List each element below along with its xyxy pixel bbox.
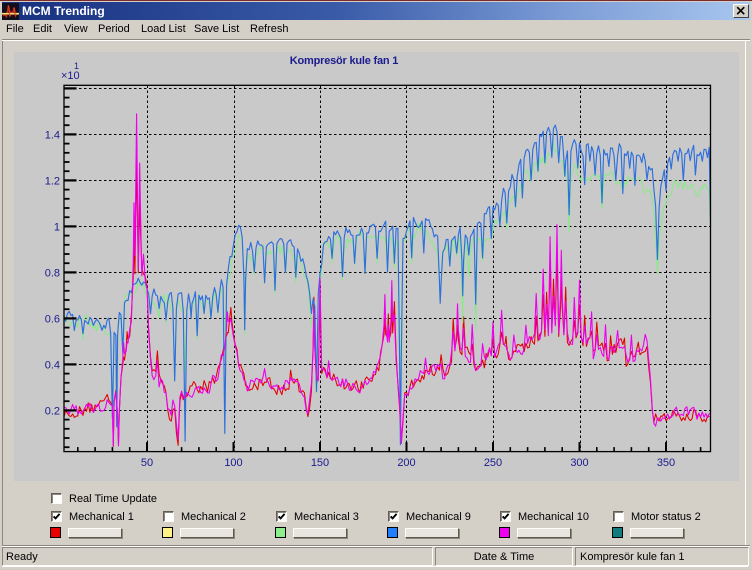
svg-text:1: 1 bbox=[74, 61, 79, 71]
svg-text:1: 1 bbox=[54, 221, 60, 233]
svg-text:0.4: 0.4 bbox=[45, 359, 60, 371]
svg-text:0.8: 0.8 bbox=[45, 267, 60, 279]
svg-text:150: 150 bbox=[311, 457, 329, 469]
svg-text:1.4: 1.4 bbox=[45, 129, 60, 141]
svg-text:0.2: 0.2 bbox=[45, 405, 60, 417]
svg-text:50: 50 bbox=[141, 457, 153, 469]
svg-text:300: 300 bbox=[570, 457, 588, 469]
svg-text:100: 100 bbox=[224, 457, 242, 469]
svg-text:Kompresör kule fan 1: Kompresör kule fan 1 bbox=[290, 55, 399, 67]
svg-text:200: 200 bbox=[397, 457, 415, 469]
svg-text:1.2: 1.2 bbox=[45, 175, 60, 187]
svg-text:×10: ×10 bbox=[61, 70, 80, 82]
svg-text:350: 350 bbox=[657, 457, 675, 469]
svg-text:0.6: 0.6 bbox=[45, 313, 60, 325]
svg-text:250: 250 bbox=[484, 457, 502, 469]
